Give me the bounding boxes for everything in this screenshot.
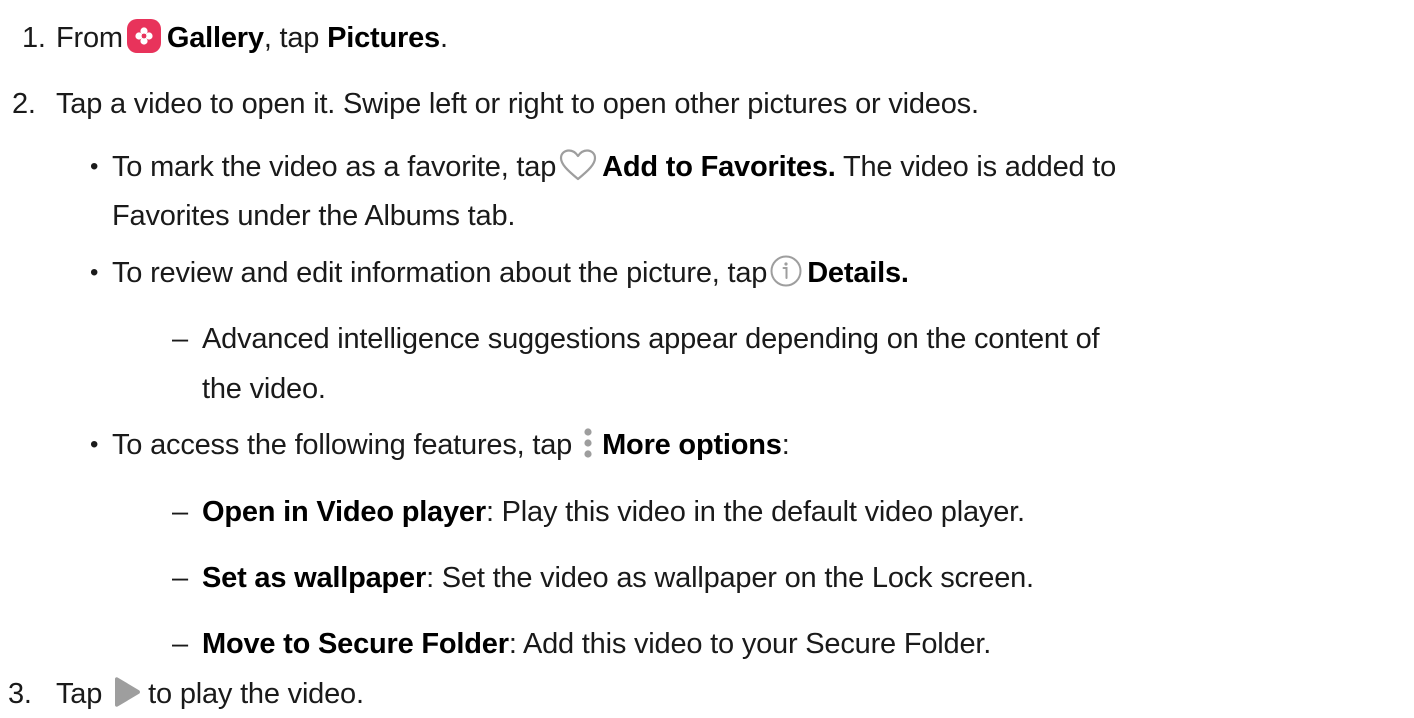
dash-glyph: – — [172, 628, 188, 660]
gallery-label: Gallery — [166, 22, 264, 54]
pictures-label: Pictures — [327, 22, 440, 54]
dash-glyph: – — [172, 562, 188, 594]
step-text: Tap a video to open it. Swipe left or ri… — [56, 88, 979, 120]
dash-glyph: – — [172, 496, 188, 528]
gallery-icon — [126, 19, 161, 54]
bullet-glyph: • — [90, 259, 99, 286]
heart-outline-icon — [558, 148, 598, 182]
step-number: 1. — [22, 22, 46, 54]
bullet-glyph: • — [90, 153, 99, 180]
sub-item-label: Open in Video player — [202, 496, 486, 528]
step-number: 3. — [8, 678, 32, 710]
info-circle-icon — [769, 254, 803, 288]
document: 1. From Gallery, tap Pictures. 2. Tap a … — [0, 0, 1414, 710]
step-text: From — [56, 22, 123, 54]
details-label: Details. — [807, 257, 909, 289]
play-triangle-icon — [108, 675, 142, 709]
add-to-favorites-label: Add to Favorites. — [602, 151, 836, 183]
sub-item-label: Move to Secure Folder — [202, 628, 509, 660]
step-text: , tap — [263, 22, 320, 54]
dash-glyph: – — [172, 323, 188, 355]
step-number: 2. — [12, 88, 36, 120]
bullet-glyph: • — [90, 431, 99, 458]
sub-item-label: Set as wallpaper — [202, 562, 427, 594]
more-options-label: More options — [602, 429, 782, 461]
more-options-icon — [580, 425, 596, 461]
